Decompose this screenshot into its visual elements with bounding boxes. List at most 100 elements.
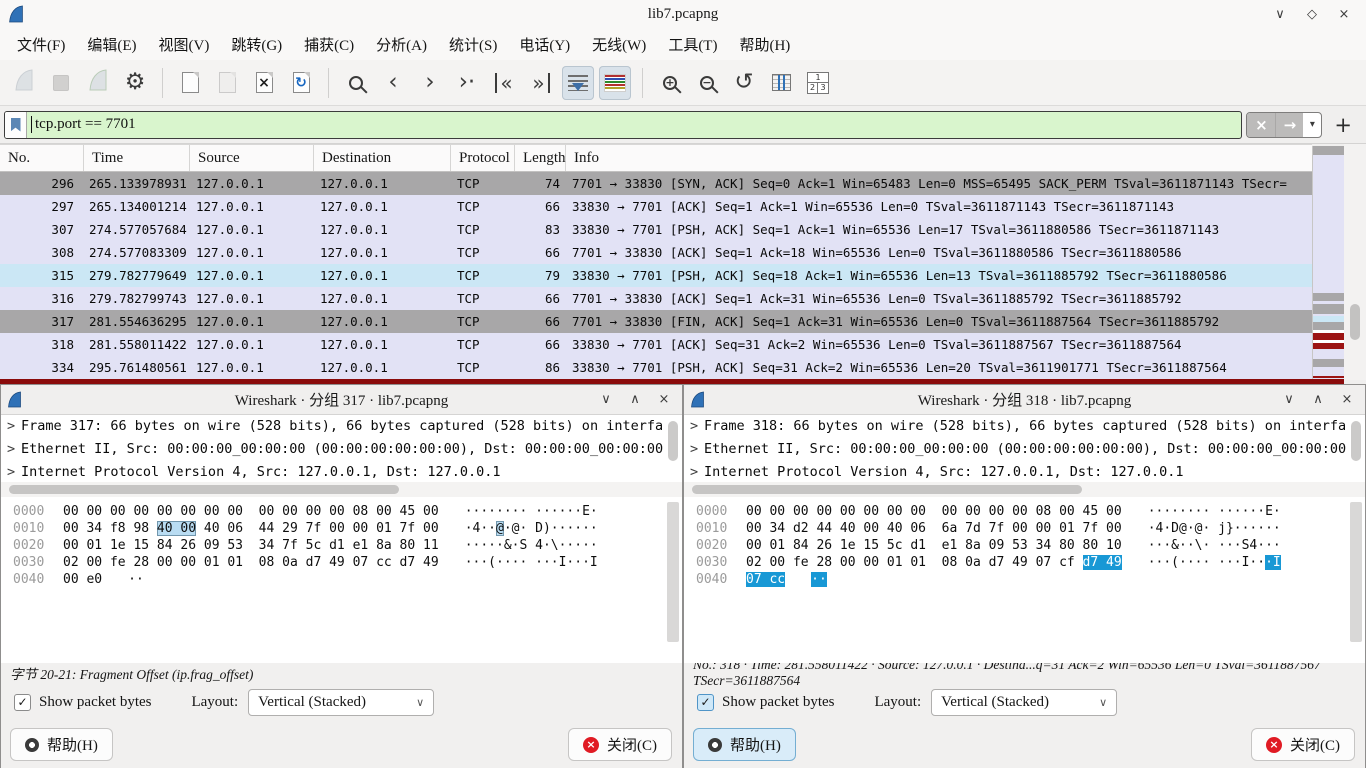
menu-wireless[interactable]: 无线(W)	[581, 30, 657, 59]
resize-columns-button[interactable]	[765, 66, 797, 100]
packet-row-296[interactable]: 296265.133978931127.0.0.1127.0.0.1TCP747…	[0, 172, 1312, 195]
hex-dump-row[interactable]: 001000 34 d2 44 40 00 40 06 6a 7d 7f 00 …	[684, 520, 1365, 537]
filter-add-button[interactable]: +	[1334, 113, 1352, 137]
menu-telephony[interactable]: 电话(Y)	[508, 30, 581, 59]
menu-tools[interactable]: 工具(T)	[657, 30, 728, 59]
expand-chevron-icon[interactable]: >	[690, 415, 704, 438]
hex-dump-row[interactable]: 003002 00 fe 28 00 00 01 01 08 0a d7 49 …	[684, 554, 1365, 571]
minimize-button[interactable]: ∨	[1272, 7, 1288, 22]
capture-options-button[interactable]: ⚙	[119, 66, 151, 100]
packet-detail-row[interactable]: >Internet Protocol Version 4, Src: 127.0…	[1, 461, 682, 482]
tree-scrollbar-thumb[interactable]	[668, 421, 678, 461]
window-titlebar[interactable]: lib7.pcapng ∨◇×	[0, 0, 1366, 28]
menu-capture[interactable]: 捕获(C)	[293, 30, 365, 59]
close-window-button[interactable]: ×	[656, 392, 672, 407]
hex-dump-row[interactable]: 003002 00 fe 28 00 00 01 01 08 0a d7 49 …	[1, 554, 682, 571]
menu-analyze[interactable]: 分析(A)	[365, 30, 438, 59]
packet-detail-row[interactable]: >Internet Protocol Version 4, Src: 127.0…	[684, 461, 1365, 482]
packet-detail-row[interactable]: >Frame 317: 66 bytes on wire (528 bits),…	[1, 415, 682, 438]
close-button[interactable]: ×关闭(C)	[1251, 728, 1355, 761]
zoom-reset-button[interactable]: ↺	[728, 66, 760, 100]
last-packet-button[interactable]: »	[525, 66, 557, 100]
go-to-packet-button[interactable]: ›·	[451, 66, 483, 100]
detail-window-titlebar[interactable]: Wireshark · 分组 318 · lib7.pcapng∨∧×	[684, 385, 1365, 415]
restart-capture-button[interactable]	[82, 66, 114, 100]
menu-edit[interactable]: 编辑(E)	[76, 30, 147, 59]
hex-scrollbar[interactable]	[1350, 502, 1362, 642]
packet-list-scrollbar[interactable]	[1344, 144, 1366, 380]
menu-go[interactable]: 跳转(G)	[220, 30, 293, 59]
filter-apply-button[interactable]: →	[1275, 112, 1303, 138]
horizontal-scrollbar[interactable]	[1, 482, 682, 497]
close-button[interactable]: ×	[1336, 7, 1352, 22]
display-filter-input[interactable]: tcp.port == 7701	[4, 111, 1242, 139]
expand-chevron-icon[interactable]: >	[690, 461, 704, 482]
expand-chevron-icon[interactable]: >	[7, 438, 21, 461]
hex-dump-row[interactable]: 004000 e0··	[1, 571, 682, 588]
filter-clear-button[interactable]: ×	[1247, 112, 1275, 138]
tree-scrollbar-thumb[interactable]	[1351, 421, 1361, 461]
stop-capture-button[interactable]	[45, 66, 77, 100]
expand-chevron-icon[interactable]: >	[690, 438, 704, 461]
shade-button[interactable]: ∨	[598, 392, 614, 407]
hex-dump-row[interactable]: 000000 00 00 00 00 00 00 00 00 00 00 00 …	[684, 503, 1365, 520]
unshade-button[interactable]: ∧	[1310, 392, 1326, 407]
hex-scrollbar[interactable]	[667, 502, 679, 642]
hex-dump-row[interactable]: 002000 01 1e 15 84 26 09 53 34 7f 5c d1 …	[1, 537, 682, 554]
open-file-button[interactable]	[174, 66, 206, 100]
packet-row-318[interactable]: 318281.558011422127.0.0.1127.0.0.1TCP663…	[0, 333, 1312, 356]
horizontal-scrollbar[interactable]	[684, 482, 1365, 497]
column-header-info[interactable]: Info	[566, 145, 1312, 171]
packet-detail-row[interactable]: >Ethernet II, Src: 00:00:00_00:00:00 (00…	[684, 438, 1365, 461]
reload-file-button[interactable]	[285, 66, 317, 100]
scrollbar-thumb[interactable]	[1350, 304, 1360, 340]
go-back-button[interactable]: ‹	[377, 66, 409, 100]
start-capture-button[interactable]	[8, 66, 40, 100]
close-button[interactable]: ×关闭(C)	[568, 728, 672, 761]
packet-row-307[interactable]: 307274.577057684127.0.0.1127.0.0.1TCP833…	[0, 218, 1312, 241]
packet-row-334[interactable]: 334295.761480561127.0.0.1127.0.0.1TCP863…	[0, 356, 1312, 379]
packet-list-minimap[interactable]	[1312, 146, 1344, 380]
expand-chevron-icon[interactable]: >	[7, 461, 21, 482]
column-header-source[interactable]: Source	[190, 145, 314, 171]
column-layout-button[interactable]: 123	[802, 66, 834, 100]
scrollbar-thumb[interactable]	[692, 485, 1082, 494]
packet-detail-row[interactable]: >Frame 318: 66 bytes on wire (528 bits),…	[684, 415, 1365, 438]
detail-window-titlebar[interactable]: Wireshark · 分组 317 · lib7.pcapng∨∧×	[1, 385, 682, 415]
show-packet-bytes-checkbox[interactable]: ✓	[14, 694, 31, 711]
menu-help[interactable]: 帮助(H)	[728, 30, 801, 59]
hex-dump-row[interactable]: 000000 00 00 00 00 00 00 00 00 00 00 00 …	[1, 503, 682, 520]
packet-row-316[interactable]: 316279.782799743127.0.0.1127.0.0.1TCP667…	[0, 287, 1312, 310]
go-forward-button[interactable]: ›	[414, 66, 446, 100]
hex-dump-row[interactable]: 004007 cc··	[684, 571, 1365, 588]
maximize-button[interactable]: ◇	[1304, 7, 1320, 22]
column-header-protocol[interactable]: Protocol	[451, 145, 515, 171]
zoom-out-button[interactable]	[691, 66, 723, 100]
zoom-in-button[interactable]	[654, 66, 686, 100]
unshade-button[interactable]: ∧	[627, 392, 643, 407]
packet-row-297[interactable]: 297265.134001214127.0.0.1127.0.0.1TCP663…	[0, 195, 1312, 218]
menu-statistics[interactable]: 统计(S)	[438, 30, 508, 59]
colorize-button[interactable]	[599, 66, 631, 100]
close-file-button[interactable]	[248, 66, 280, 100]
save-file-button[interactable]	[211, 66, 243, 100]
auto-scroll-button[interactable]	[562, 66, 594, 100]
layout-select[interactable]: Vertical (Stacked)∨	[931, 689, 1117, 716]
column-header-destination[interactable]: Destination	[314, 145, 451, 171]
scrollbar-thumb[interactable]	[9, 485, 399, 494]
column-header-no[interactable]: No.	[0, 145, 84, 171]
column-header-time[interactable]: Time	[84, 145, 190, 171]
menu-file[interactable]: 文件(F)	[6, 30, 76, 59]
column-header-length[interactable]: Length	[515, 145, 566, 171]
packet-detail-row[interactable]: >Ethernet II, Src: 00:00:00_00:00:00 (00…	[1, 438, 682, 461]
close-window-button[interactable]: ×	[1339, 392, 1355, 407]
find-packet-button[interactable]	[340, 66, 372, 100]
expand-chevron-icon[interactable]: >	[7, 415, 21, 438]
packet-row-315[interactable]: 315279.782779649127.0.0.1127.0.0.1TCP793…	[0, 264, 1312, 287]
show-packet-bytes-checkbox[interactable]: ✓	[697, 694, 714, 711]
hex-dump-row[interactable]: 001000 34 f8 98 40 00 40 06 44 29 7f 00 …	[1, 520, 682, 537]
help-button[interactable]: 帮助(H)	[10, 728, 113, 761]
help-button[interactable]: 帮助(H)	[693, 728, 796, 761]
packet-row-308[interactable]: 308274.577083309127.0.0.1127.0.0.1TCP667…	[0, 241, 1312, 264]
hex-dump-row[interactable]: 002000 01 84 26 1e 15 5c d1 e1 8a 09 53 …	[684, 537, 1365, 554]
